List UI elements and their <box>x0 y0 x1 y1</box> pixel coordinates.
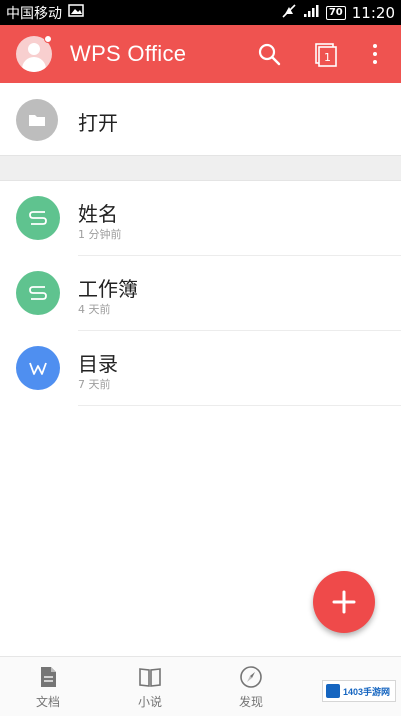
document-icon <box>41 667 56 687</box>
app-bar: WPS Office 1 <box>0 25 401 83</box>
folder-icon <box>16 99 58 141</box>
nav-label: 文档 <box>35 695 60 709</box>
plus-icon <box>332 590 356 614</box>
battery-icon: 70 <box>325 5 346 20</box>
more-icon[interactable] <box>362 41 388 67</box>
watermark-logo-icon <box>326 684 340 698</box>
file-time: 1 分钟前 <box>78 228 122 241</box>
tab-count: 1 <box>324 51 331 64</box>
nav-discover[interactable]: 发现 <box>221 665 281 715</box>
file-name: 目录 <box>78 352 118 376</box>
nav-label: 小说 <box>137 695 162 709</box>
status-bar: 中国移动 70 11:20 <box>0 0 401 25</box>
spreadsheet-icon <box>16 271 60 315</box>
file-name: 工作簿 <box>78 277 138 301</box>
tabs-icon[interactable]: 1 <box>313 41 339 67</box>
nav-documents[interactable]: 文档 <box>18 665 78 715</box>
file-name: 姓名 <box>78 202 118 226</box>
book-icon <box>139 668 161 687</box>
notification-dot <box>44 35 52 43</box>
file-row-0[interactable]: 姓名 1 分钟前 <box>0 181 401 256</box>
search-icon[interactable] <box>256 41 282 67</box>
app-title: WPS Office <box>70 41 187 66</box>
new-document-button[interactable] <box>313 571 375 633</box>
file-row-1[interactable]: 工作簿 4 天前 <box>0 256 401 331</box>
compass-icon <box>240 666 262 688</box>
image-icon <box>68 4 84 21</box>
recent-file-list: 姓名 1 分钟前 工作簿 4 天前 目录 7 天前 <box>0 181 401 406</box>
mute-icon <box>282 3 296 22</box>
spreadsheet-icon <box>16 196 60 240</box>
file-row-2[interactable]: 目录 7 天前 <box>0 331 401 406</box>
nav-label: 发现 <box>238 695 263 709</box>
wps-home-screen: 中国移动 70 11:20 WPS Office 1 打开 姓名 1 分钟前 工… <box>0 0 401 716</box>
nav-novels[interactable]: 小说 <box>120 665 180 715</box>
file-time: 4 天前 <box>78 303 111 316</box>
watermark-text: 1403手游网 <box>343 686 391 697</box>
open-label: 打开 <box>78 111 118 135</box>
clock: 11:20 <box>351 3 395 22</box>
section-divider <box>0 155 401 181</box>
signal-icon <box>302 4 320 22</box>
document-icon <box>16 346 60 390</box>
site-watermark: 1403手游网 <box>322 680 396 702</box>
open-file-row[interactable]: 打开 <box>0 83 401 155</box>
carrier-label: 中国移动 <box>6 5 62 22</box>
file-time: 7 天前 <box>78 378 111 391</box>
